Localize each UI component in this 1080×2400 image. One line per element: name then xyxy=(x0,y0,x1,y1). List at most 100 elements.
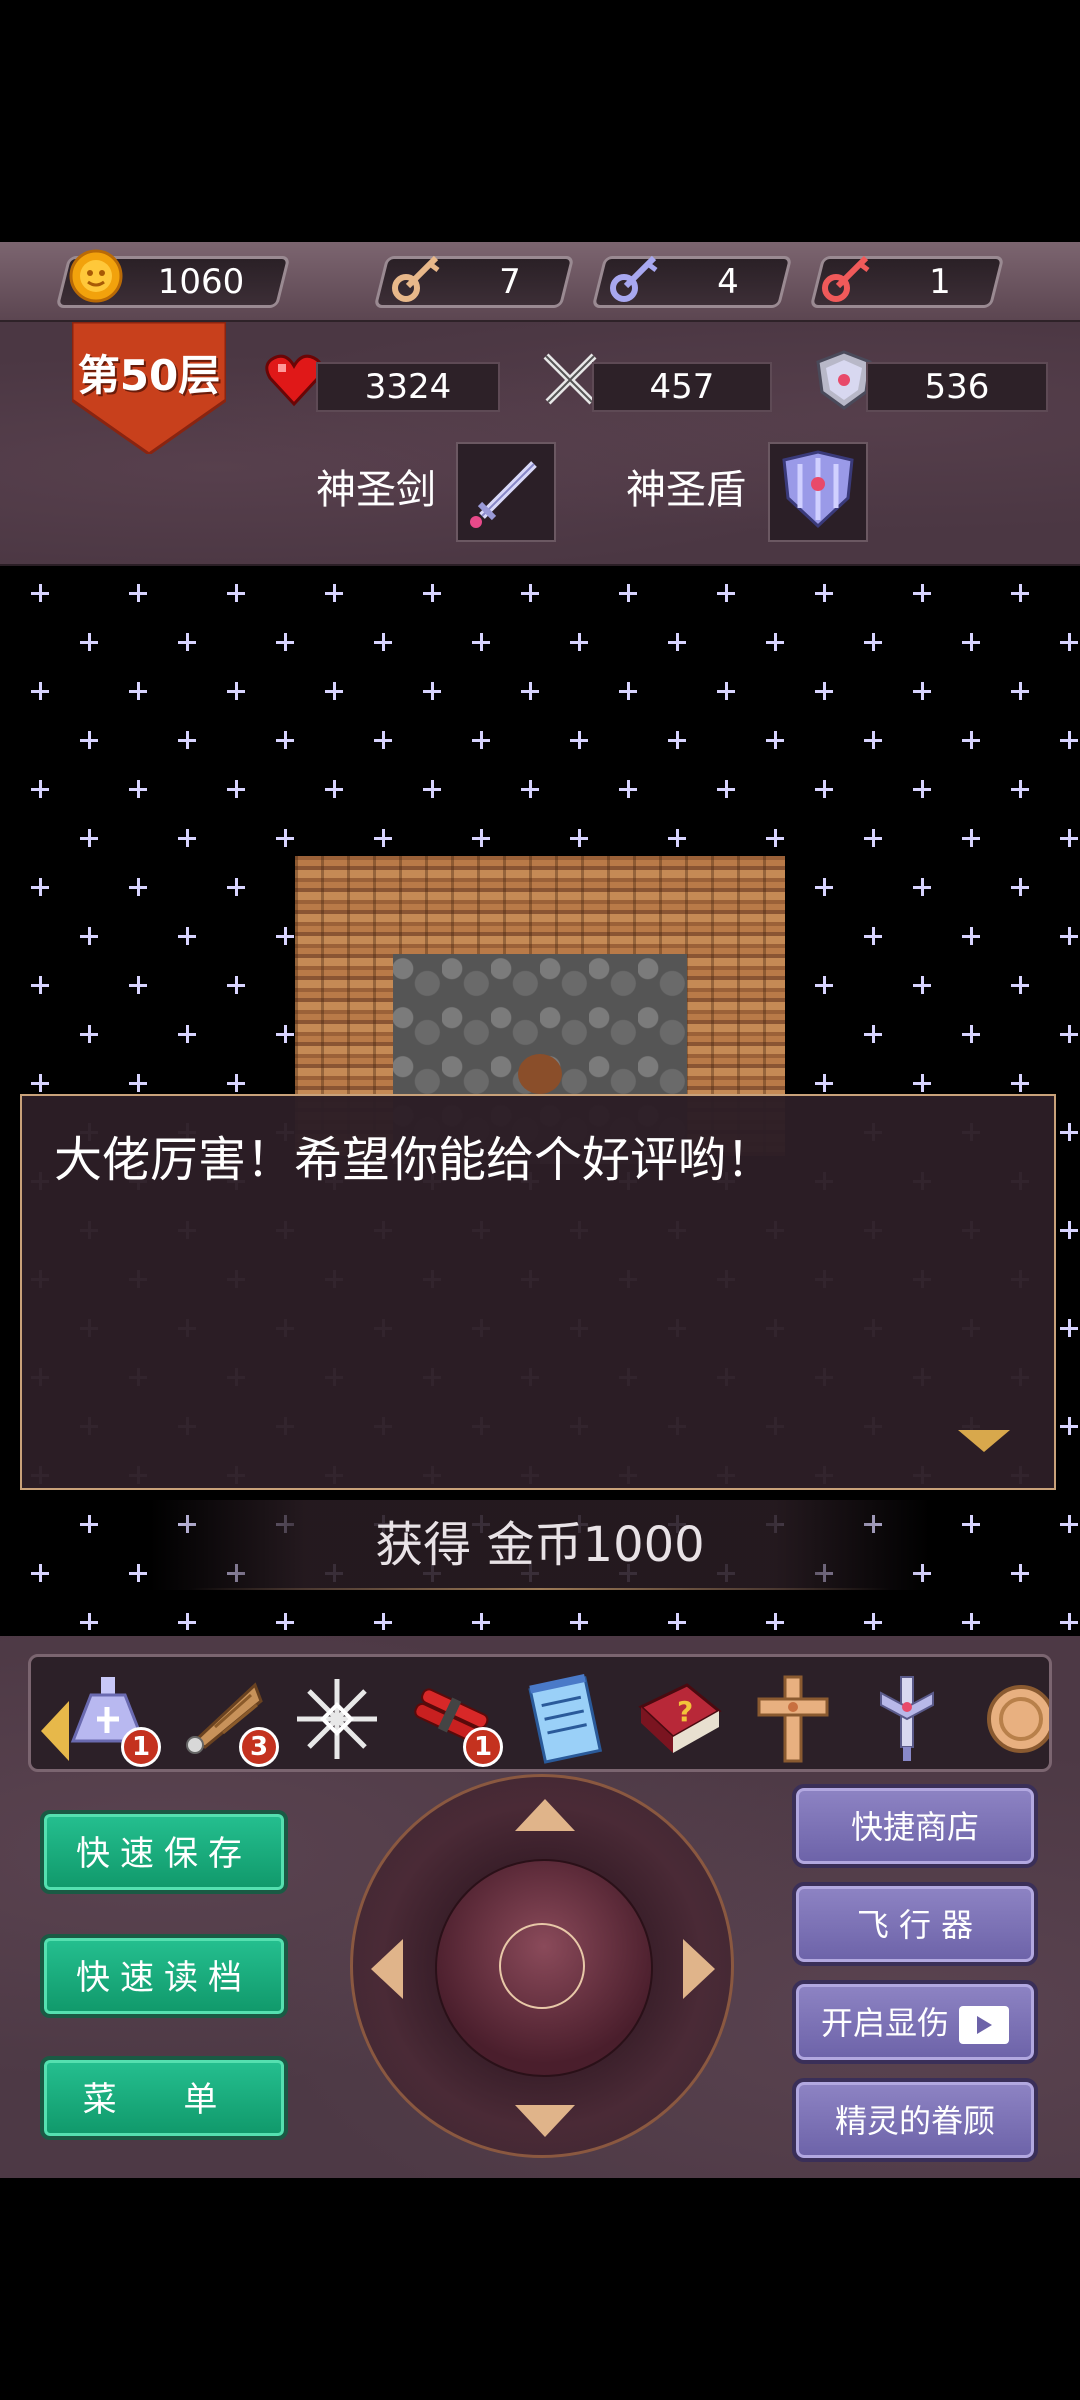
star-decoration xyxy=(80,829,98,847)
star-decoration xyxy=(374,633,392,651)
menu-button[interactable]: 菜 单 xyxy=(40,2056,288,2140)
show-damage-button[interactable]: 开启显伤 xyxy=(792,1980,1038,2064)
dpad-knob[interactable] xyxy=(435,1859,653,2077)
star-decoration xyxy=(472,633,490,651)
item-count-badge: 3 xyxy=(239,1727,279,1767)
item-dynamite[interactable]: 1 xyxy=(403,1671,503,1767)
star-decoration xyxy=(325,780,343,798)
notepad-icon xyxy=(528,1674,603,1764)
defense-value: 536 xyxy=(924,367,990,407)
dpad-up-arrow-icon[interactable] xyxy=(515,1799,575,1831)
quick-load-button[interactable]: 快速读档 xyxy=(40,1934,288,2018)
star-decoration xyxy=(570,1613,588,1630)
star-decoration xyxy=(1060,1417,1078,1435)
item-cross[interactable] xyxy=(745,1671,841,1767)
star-decoration xyxy=(276,633,294,651)
quick-save-button[interactable]: 快速保存 xyxy=(40,1810,288,1894)
star-decoration xyxy=(227,878,245,896)
star-decoration xyxy=(423,584,441,602)
attack-box: 457 xyxy=(592,362,772,412)
item-holy-water[interactable]: 1 xyxy=(61,1671,161,1767)
dpad-right-arrow-icon[interactable] xyxy=(683,1939,715,1999)
star-decoration xyxy=(80,1025,98,1043)
star-decoration xyxy=(570,633,588,651)
dialog-box[interactable]: 大佬厉害！希望你能给个好评哟！ xyxy=(20,1094,1056,1490)
reward-notice: 获得 金币1000 xyxy=(150,1500,930,1590)
yellow-key-icon xyxy=(392,255,440,302)
dpad-left-arrow-icon[interactable] xyxy=(371,1939,403,1999)
star-decoration xyxy=(962,927,980,945)
star-decoration xyxy=(815,682,833,700)
star-decoration xyxy=(129,1074,147,1092)
cross-icon xyxy=(757,1675,829,1763)
star-decoration xyxy=(815,976,833,994)
shield-slot[interactable] xyxy=(768,442,868,542)
item-feather-wing[interactable]: 3 xyxy=(175,1671,279,1767)
star-decoration xyxy=(80,731,98,749)
hp-box: 3324 xyxy=(316,362,500,412)
star-decoration xyxy=(668,633,686,651)
star-decoration xyxy=(227,780,245,798)
blue-key-value: 4 xyxy=(717,262,739,302)
item-monster-book[interactable]: ? xyxy=(631,1671,727,1767)
star-decoration xyxy=(80,1613,98,1630)
item-snowflake[interactable] xyxy=(289,1671,385,1767)
star-decoration xyxy=(717,584,735,602)
star-decoration xyxy=(1060,1515,1078,1533)
star-decoration xyxy=(423,682,441,700)
attack-value: 457 xyxy=(649,367,715,407)
item-bar: 1 3 1 ? xyxy=(28,1654,1052,1772)
game-screen: 1060 7 4 1 第50层 3324 457 536 神圣剑 神圣盾 大佬厉… xyxy=(0,0,1080,2400)
star-decoration xyxy=(325,682,343,700)
flyer-button[interactable]: 飞 行 器 xyxy=(792,1882,1038,1966)
star-decoration xyxy=(423,780,441,798)
item-count-badge: 1 xyxy=(121,1727,161,1767)
star-decoration xyxy=(521,780,539,798)
star-decoration xyxy=(31,878,49,896)
star-decoration xyxy=(1011,878,1029,896)
star-decoration xyxy=(178,731,196,749)
star-decoration xyxy=(178,829,196,847)
star-decoration xyxy=(1060,1319,1078,1337)
star-decoration xyxy=(80,633,98,651)
star-decoration xyxy=(864,1025,882,1043)
continue-arrow-icon xyxy=(958,1430,1010,1452)
star-decoration xyxy=(864,927,882,945)
item-notepad[interactable] xyxy=(517,1671,613,1767)
quick-shop-button[interactable]: 快捷商店 xyxy=(792,1784,1038,1868)
weapon-label: 神圣剑 xyxy=(316,467,436,513)
star-decoration xyxy=(472,731,490,749)
star-decoration xyxy=(129,1564,147,1582)
star-decoration xyxy=(1060,633,1078,651)
blue-key-icon xyxy=(610,255,658,302)
star-decoration xyxy=(129,878,147,896)
directional-pad[interactable] xyxy=(350,1774,734,2158)
star-decoration xyxy=(962,633,980,651)
show-damage-label: 开启显伤 xyxy=(820,2004,949,2042)
star-decoration xyxy=(1060,1123,1078,1141)
star-decoration xyxy=(374,1613,392,1630)
star-decoration xyxy=(1060,829,1078,847)
star-decoration xyxy=(962,1025,980,1043)
star-decoration xyxy=(521,584,539,602)
item-count-badge: 1 xyxy=(463,1727,503,1767)
star-decoration xyxy=(276,731,294,749)
video-icon xyxy=(959,2006,1009,2044)
fairy-blessing-button[interactable]: 精灵的眷顾 xyxy=(792,2078,1038,2162)
item-holy-sword[interactable] xyxy=(859,1671,955,1767)
star-decoration xyxy=(668,731,686,749)
hero-status-panel: 第50层 3324 457 536 神圣剑 神圣盾 xyxy=(0,320,1080,567)
star-decoration xyxy=(129,682,147,700)
star-decoration xyxy=(31,1564,49,1582)
star-decoration xyxy=(619,682,637,700)
weapon-slot[interactable] xyxy=(456,442,556,542)
star-decoration xyxy=(766,633,784,651)
item-coin[interactable] xyxy=(973,1671,1049,1767)
star-decoration xyxy=(864,731,882,749)
star-decoration xyxy=(815,878,833,896)
star-decoration xyxy=(619,584,637,602)
monster-book-icon: ? xyxy=(638,1683,722,1753)
floor-banner: 第50层 xyxy=(70,320,228,456)
dpad-down-arrow-icon[interactable] xyxy=(515,2105,575,2137)
star-decoration xyxy=(80,1515,98,1533)
